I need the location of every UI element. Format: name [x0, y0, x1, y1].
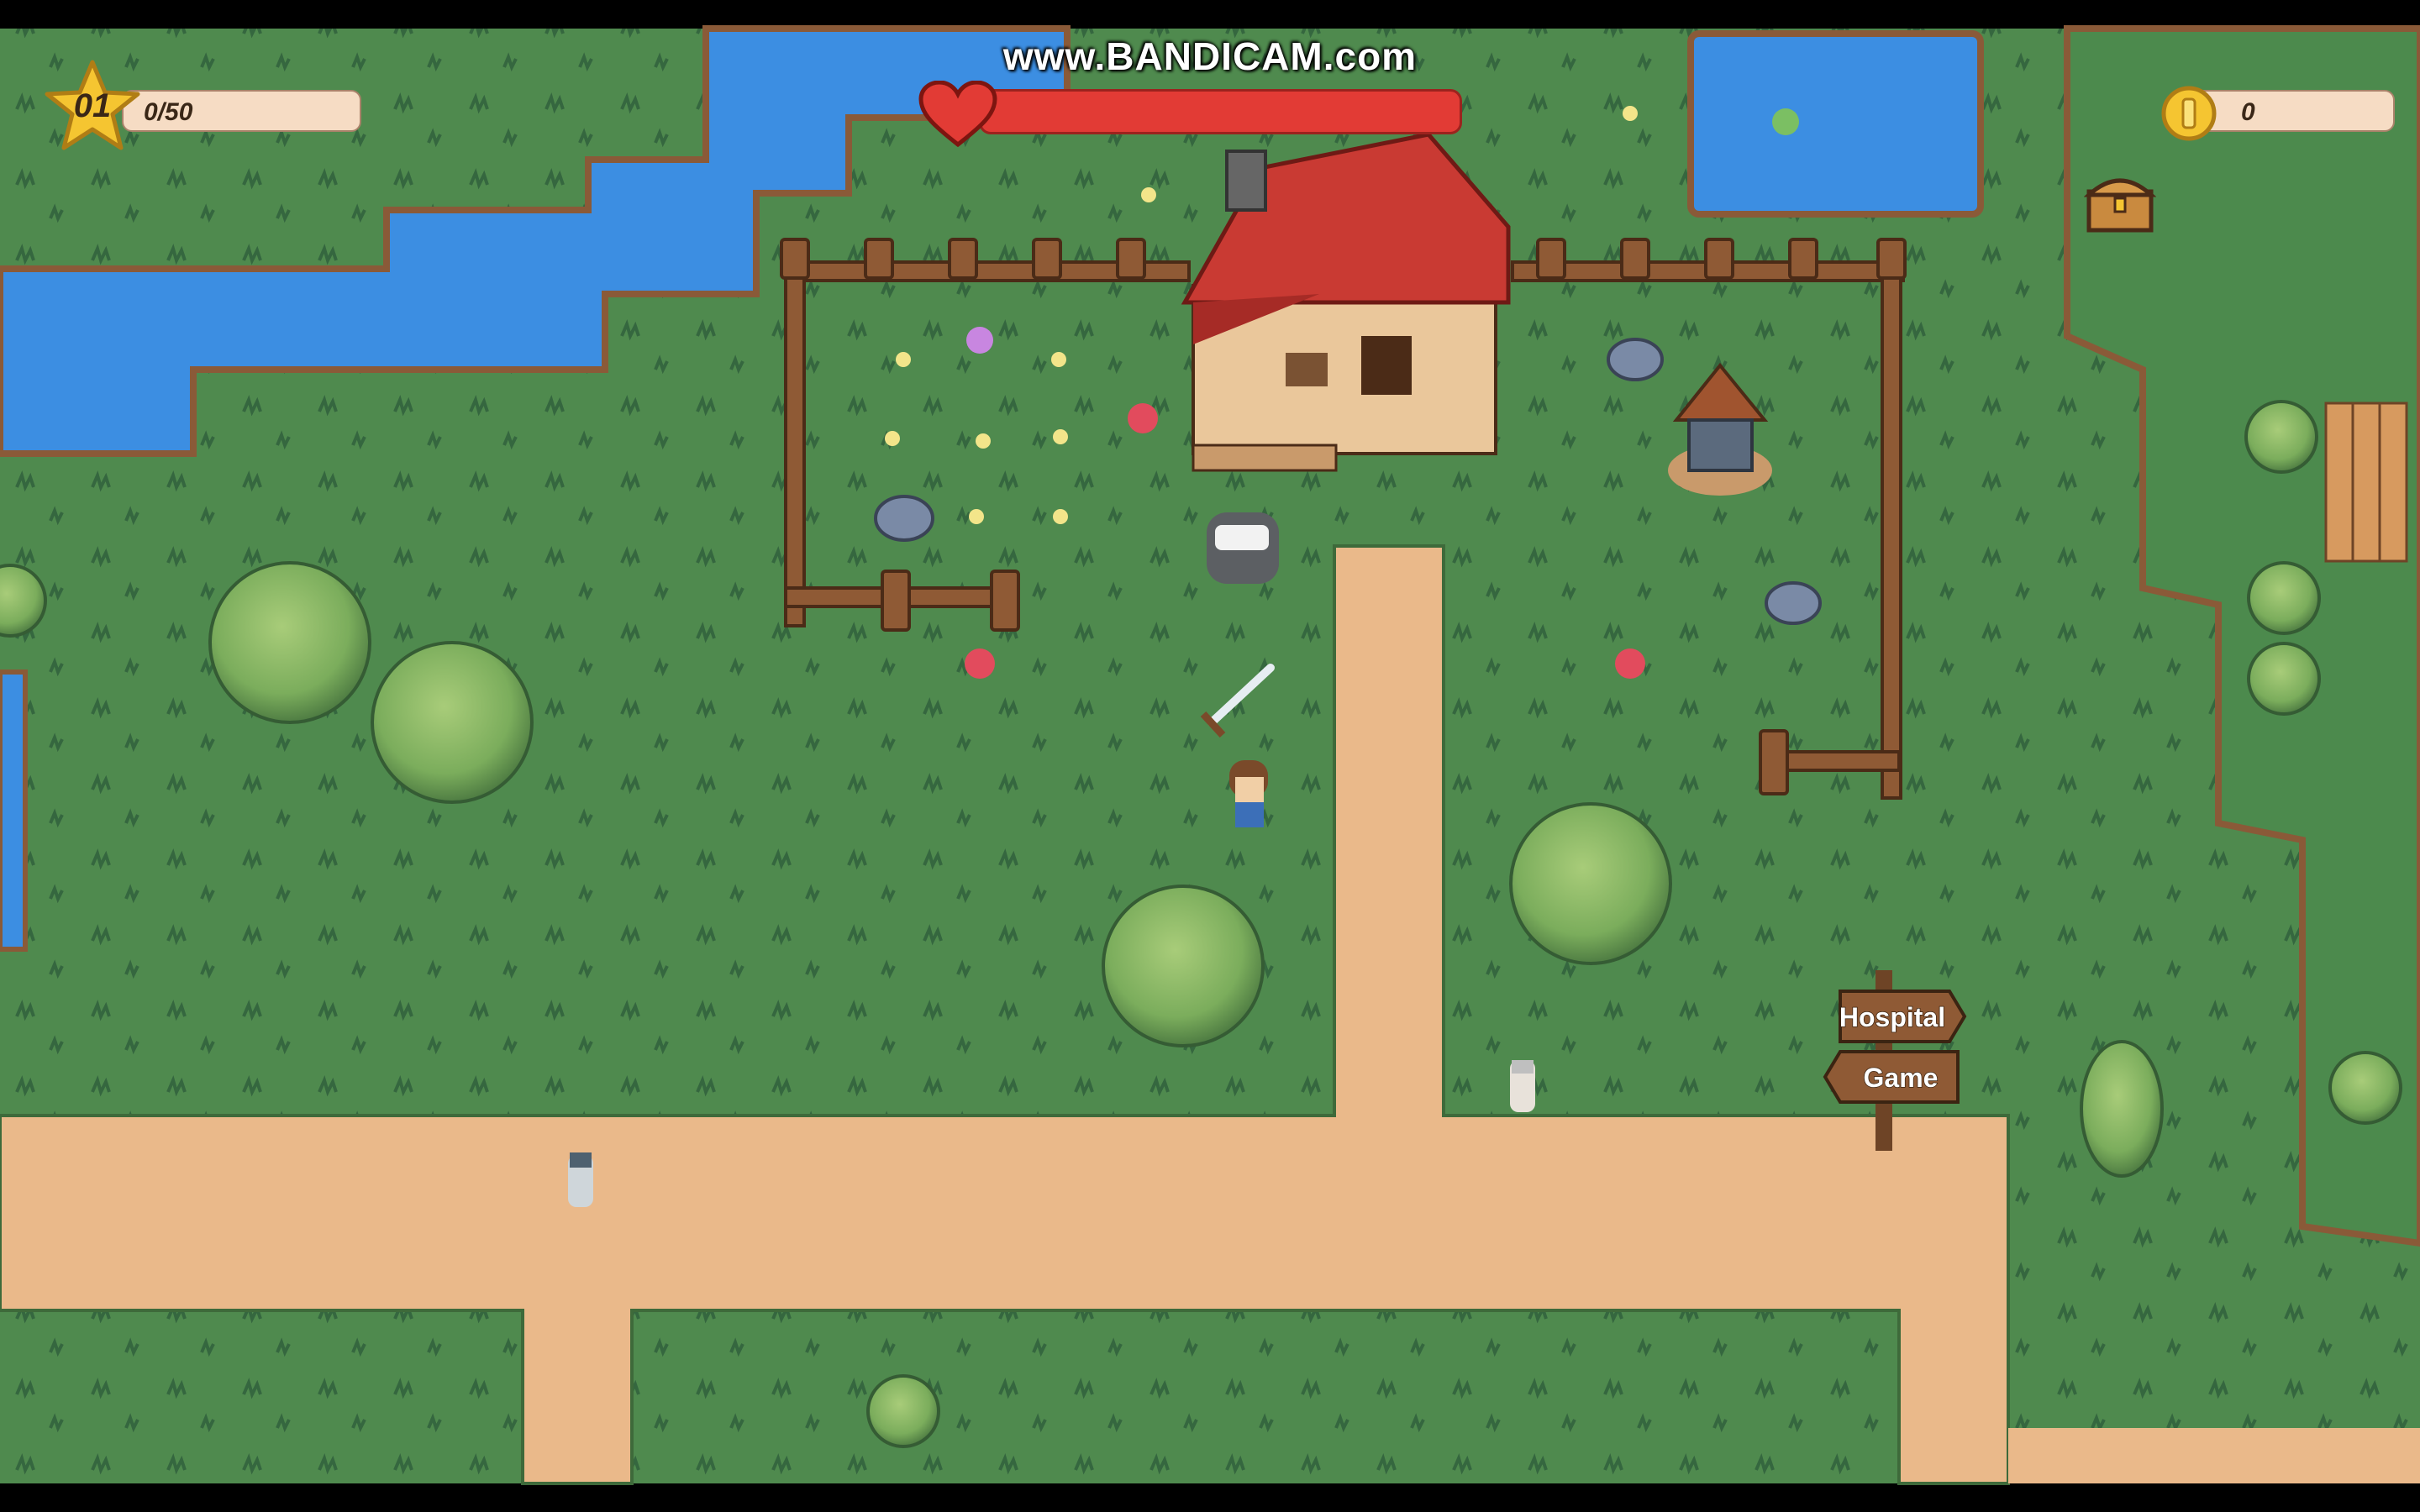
game-viewport[interactable]: Hospital Game [0, 0, 2420, 1512]
health-bar [979, 89, 1462, 134]
rock [1607, 338, 1664, 381]
coin-icon [2160, 84, 2218, 143]
flower-yellow [976, 433, 991, 449]
tree [2080, 1040, 2164, 1178]
level-badge: 01 [42, 59, 143, 156]
flower-yellow [1053, 429, 1068, 444]
letterbox-bottom [0, 1483, 2420, 1512]
tree [2247, 642, 2321, 716]
flower-red [1128, 403, 1158, 433]
tree [2244, 400, 2318, 474]
tree [866, 1374, 940, 1448]
tree [1102, 885, 1265, 1047]
sign-label-game: Game [1864, 1063, 1939, 1093]
flower-yellow [1623, 106, 1638, 121]
flower-yellow [1141, 187, 1156, 202]
tree [2328, 1051, 2402, 1125]
flower-yellow [1051, 352, 1066, 367]
lily-pad [1772, 108, 1799, 135]
flower-yellow [885, 431, 900, 446]
villager-npc[interactable] [568, 1152, 593, 1207]
wooden-bridge [2324, 402, 2408, 563]
tree [2247, 561, 2321, 635]
heart-icon [918, 80, 998, 148]
nurse-npc[interactable] [1510, 1060, 1535, 1112]
rock [874, 495, 934, 542]
sign-label-hospital: Hospital [1839, 1002, 1945, 1032]
xp-text: 0/50 [144, 98, 193, 126]
level-number: 01 [73, 87, 112, 124]
house-door[interactable] [1361, 336, 1412, 395]
tree [208, 561, 371, 724]
treasure-chest-icon[interactable] [2083, 170, 2157, 235]
flower-yellow [896, 352, 911, 367]
recording-watermark: www.BANDICAM.com [1002, 34, 1418, 78]
flower-yellow [969, 509, 984, 524]
flower-purple [966, 327, 993, 354]
pond [1687, 30, 1984, 218]
flower-red [965, 648, 995, 679]
coin-count: 0 [2241, 98, 2255, 126]
rock [1765, 581, 1822, 625]
flower-yellow [1053, 509, 1068, 524]
chimney [1225, 150, 1267, 212]
farmhouse[interactable] [1181, 132, 1511, 472]
letterbox-top [0, 0, 2420, 29]
ghost-npc[interactable] [1207, 512, 1279, 584]
water-left [0, 669, 28, 952]
tree [1509, 802, 1672, 965]
tree [371, 641, 534, 804]
game-map[interactable]: Hospital Game [0, 0, 2420, 1512]
flower-red [1615, 648, 1645, 679]
xp-bar: 0/50 [122, 90, 361, 132]
